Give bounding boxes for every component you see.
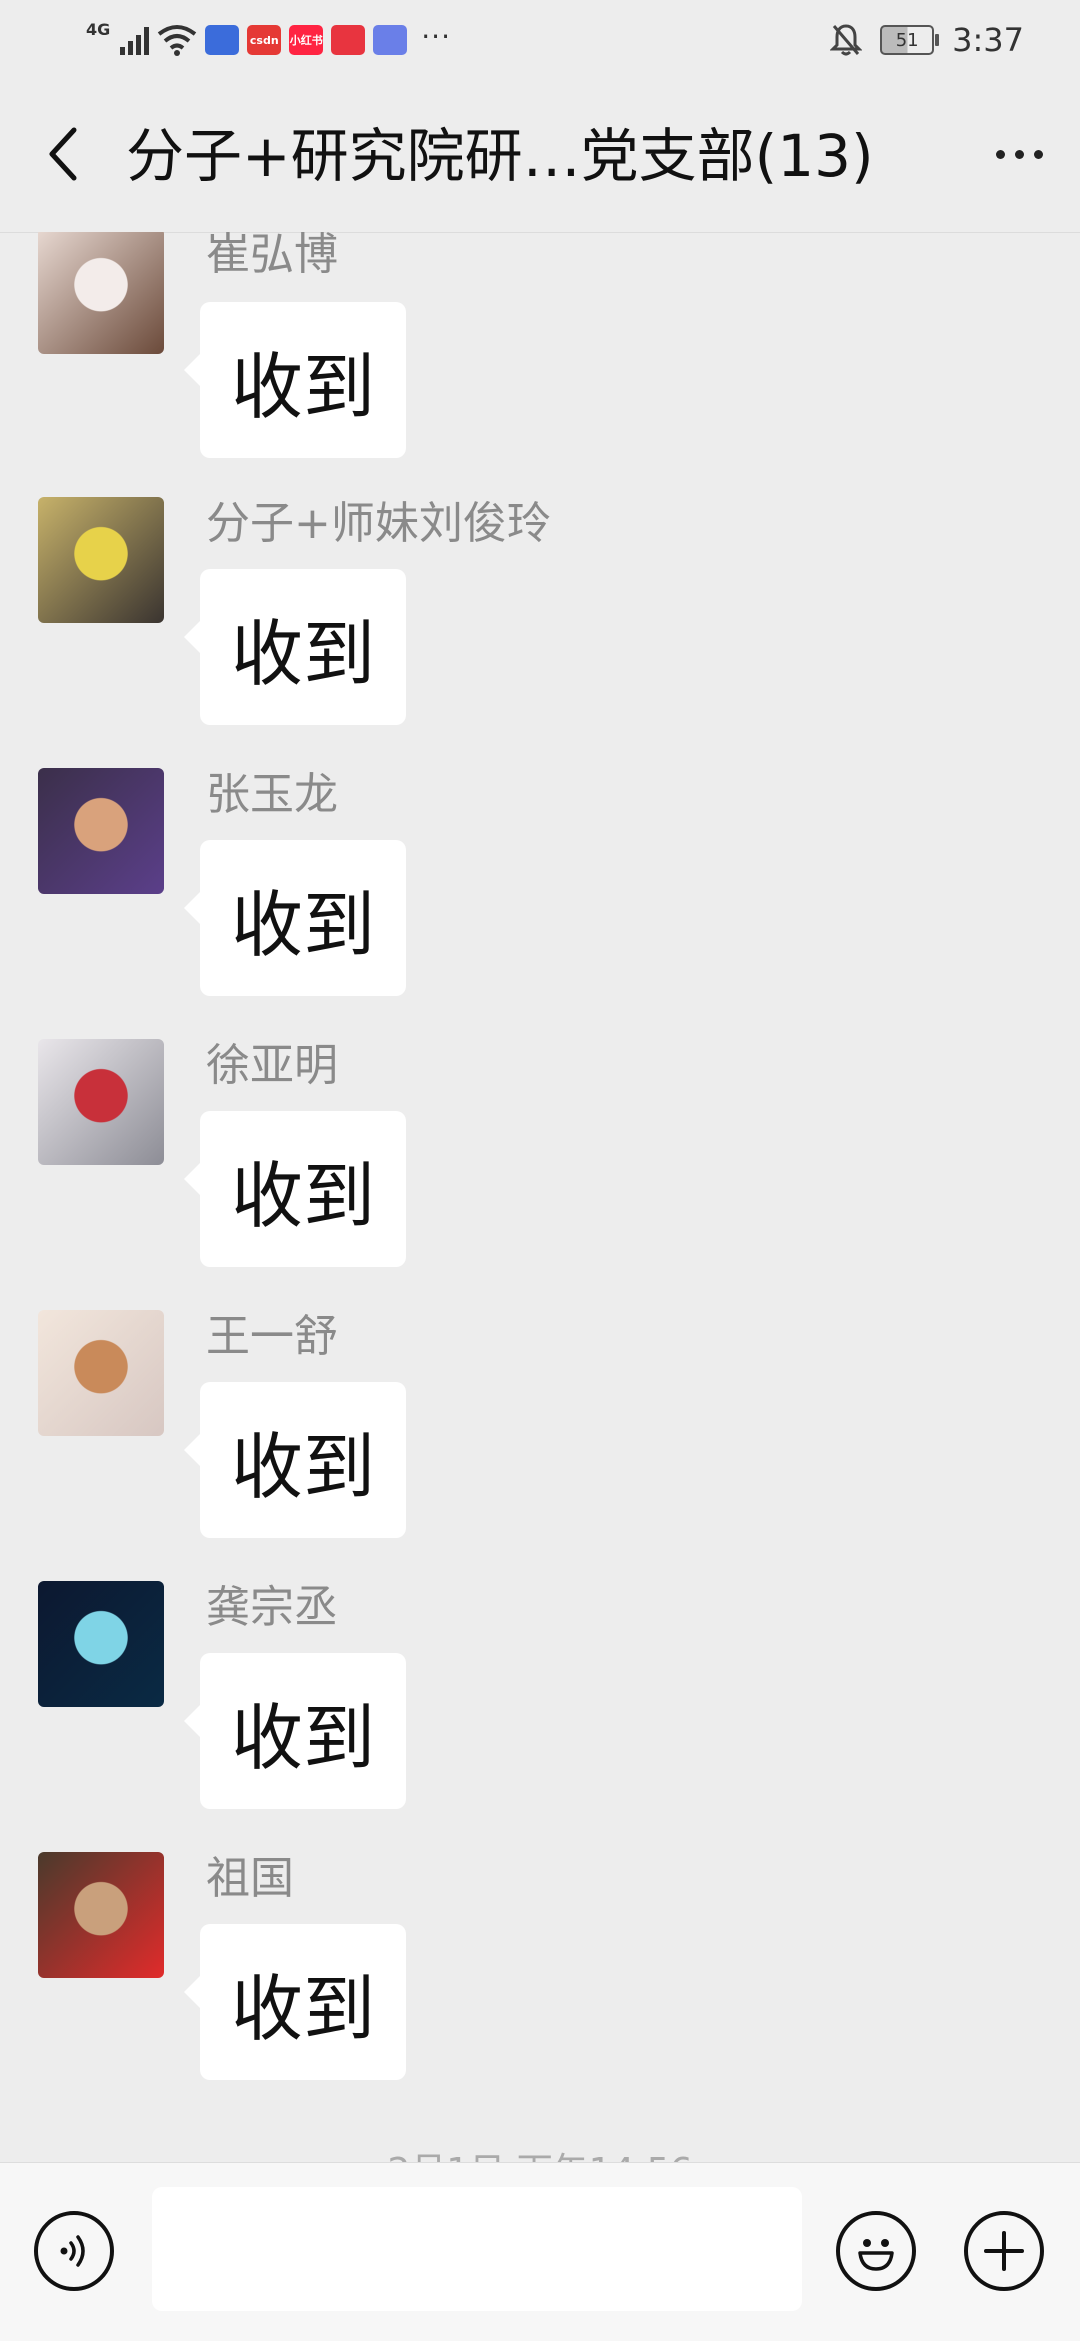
xiaohongshu-app-icon: 小红书 — [289, 25, 324, 55]
book-app-icon — [331, 25, 366, 55]
sender-name: 王一舒 — [206, 1311, 338, 1362]
csdn-app-icon: csdn — [247, 25, 282, 55]
voice-input-button[interactable] — [34, 2211, 114, 2291]
message-item: 张玉龙 收到 — [0, 768, 1080, 998]
clock: 3:37 — [952, 21, 1024, 59]
more-functions-button[interactable] — [964, 2211, 1044, 2291]
more-notifications-icon: ··· — [421, 19, 451, 53]
message-bubble[interactable]: 收到 — [184, 569, 406, 725]
smiley-icon — [858, 2239, 894, 2271]
avatar[interactable] — [38, 497, 164, 623]
message-item: 王一舒 收到 — [0, 1310, 1080, 1540]
avatar[interactable] — [38, 1039, 164, 1165]
sender-name: 张玉龙 — [206, 769, 338, 820]
message-bubble[interactable]: 收到 — [184, 1111, 406, 1267]
message-item: 龚宗丞 收到 — [0, 1581, 1080, 1811]
sender-name: 祖国 — [206, 1853, 294, 1904]
message-item: 崔弘博 收到 — [0, 232, 1080, 462]
message-bubble[interactable]: 收到 — [184, 840, 406, 996]
status-app-icons: csdn 小红书 — [205, 25, 408, 55]
status-right: 51 3:37 — [830, 18, 1024, 62]
avatar[interactable] — [38, 1310, 164, 1436]
message-item: 祖国 收到 — [0, 1852, 1080, 2082]
signal-icon — [120, 25, 150, 55]
more-options-button[interactable] — [984, 122, 1054, 186]
message-bubble[interactable]: 收到 — [184, 1924, 406, 2080]
message-input[interactable] — [152, 2187, 802, 2311]
message-bubble[interactable]: 收到 — [184, 302, 406, 458]
battery-icon: 51 — [880, 25, 940, 55]
message-list[interactable]: 崔弘博 收到 分子+师妹刘俊玲 收到 张玉龙 收到 徐亚明 收到 王一舒 收到 … — [0, 232, 1080, 2162]
avatar[interactable] — [38, 232, 164, 354]
message-item: 徐亚明 收到 — [0, 1039, 1080, 1269]
voice-icon — [60, 2235, 85, 2267]
mute-bell-icon — [830, 24, 863, 56]
chat-header: 分子+研究院研…党支部(13) — [0, 80, 1080, 233]
message-bubble[interactable]: 收到 — [184, 1653, 406, 1809]
plus-icon — [984, 2231, 1024, 2271]
back-button[interactable] — [30, 122, 94, 186]
avatar[interactable] — [38, 768, 164, 894]
network-type: 4G — [86, 20, 111, 39]
sender-name: 徐亚明 — [206, 1040, 338, 1091]
status-bar: 4G csdn 小红书 ··· 51 3:37 — [0, 0, 1080, 80]
emoji-button[interactable] — [836, 2211, 916, 2291]
sender-name: 崔弘博 — [206, 232, 338, 280]
chevron-left-icon — [49, 127, 77, 181]
avatar[interactable] — [38, 1581, 164, 1707]
message-timestamp: 2月1日 下午14:56 — [0, 2142, 1080, 2162]
status-left: 4G csdn 小红书 ··· — [86, 18, 451, 62]
baidu-app-icon — [205, 25, 240, 55]
input-bar — [0, 2162, 1080, 2341]
message-item: 分子+师妹刘俊玲 收到 — [0, 497, 1080, 727]
wifi-icon — [158, 25, 197, 56]
more-dots-icon — [995, 149, 1005, 159]
sender-name: 分子+师妹刘俊玲 — [206, 498, 551, 549]
sender-name: 龚宗丞 — [206, 1582, 338, 1633]
message-bubble[interactable]: 收到 — [184, 1382, 406, 1538]
avatar[interactable] — [38, 1852, 164, 1978]
music-app-icon — [373, 25, 408, 55]
chat-title: 分子+研究院研…党支部(13) — [126, 122, 874, 190]
